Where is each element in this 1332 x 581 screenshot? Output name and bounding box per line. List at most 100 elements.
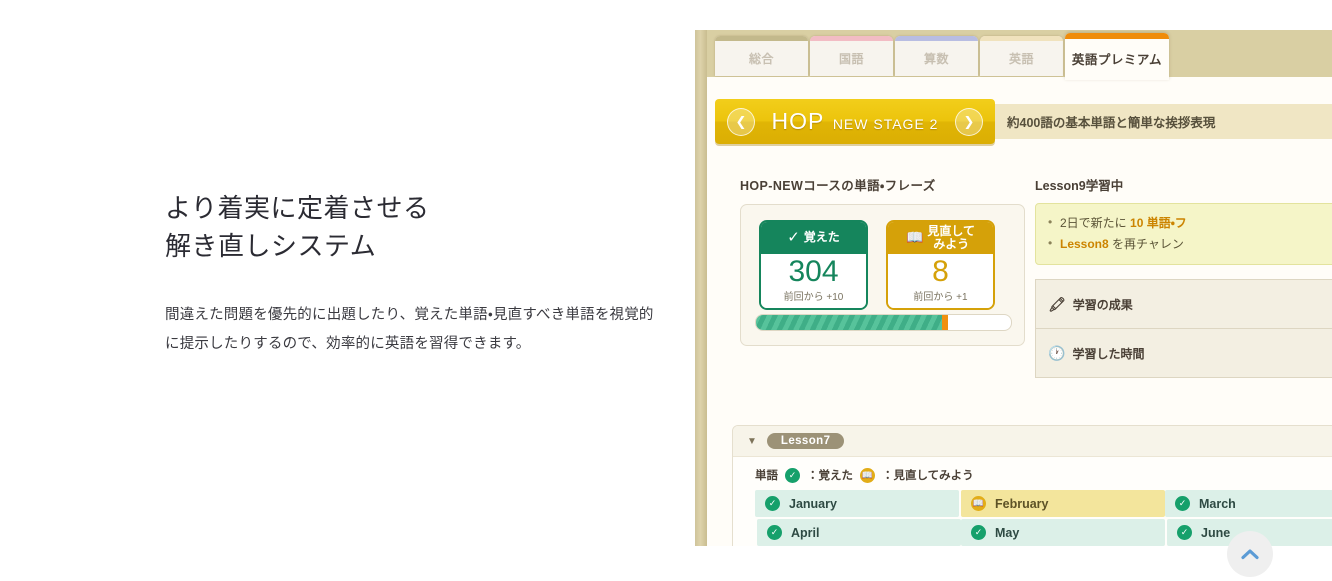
summary-area: HOP-NEWコースの単語・フレーズ ✓ 覚えた 304 前回から +10 📖 … — [707, 155, 1332, 395]
tab-sansuu[interactable]: 算数 — [895, 36, 978, 76]
notice-item: Lesson8 を再チャレン — [1048, 233, 1332, 255]
tab-label: 英語 — [1008, 51, 1034, 66]
table-row: 🖍学習の成果 ○ — [1035, 279, 1332, 329]
window-left-edge — [695, 30, 707, 546]
notice-item: 2日で新たに 10 単語・フ — [1048, 212, 1332, 234]
word-label: February — [995, 496, 1049, 511]
clock-icon: 🕐 — [1048, 344, 1066, 361]
vocab-progress-bar — [755, 314, 1012, 331]
table-row: 🕐学習した時間 △ — [1035, 328, 1332, 378]
review-card[interactable]: 📖 見直して みよう 8 前回から +1 — [886, 220, 995, 310]
tab-label: 算数 — [923, 51, 949, 66]
tab-eigo-premium[interactable]: 英語プレミアム — [1065, 33, 1169, 80]
tab-stripe — [715, 36, 808, 41]
list-item[interactable]: ✓ March — [1165, 490, 1332, 517]
word-legend: 単語 ✓ ：覚えた 📖 ：見直してみよう — [733, 457, 1332, 490]
review-label: 見直して みよう — [927, 223, 976, 251]
course-name: HOP — [771, 108, 825, 134]
vocab-section-title: HOP-NEWコースの単語・フレーズ — [740, 179, 936, 193]
review-count: 8 — [932, 255, 949, 288]
caret-down-icon[interactable]: ▼ — [747, 436, 757, 447]
check-icon: ✓ — [767, 525, 782, 540]
legend-review-text: ：見直してみよう — [882, 470, 974, 482]
course-stage: NEW STAGE 2 — [832, 116, 939, 132]
book-icon: 📖 — [905, 229, 924, 246]
app-window: 総合 国語 算数 英語 英語プレミアム 約400語の基本単語と簡単な挨拶表現 ❮… — [695, 30, 1332, 546]
memorized-delta: 前回から +10 — [783, 291, 844, 303]
app-screenshot: 総合 国語 算数 英語 英語プレミアム 約400語の基本単語と簡単な挨拶表現 ❮… — [695, 30, 1332, 546]
progress-marker — [942, 315, 949, 330]
lesson-word-block: ▼ Lesson7 覚えた 単語 ✓ ：覚えた 📖 ：見直してみよう ✓ Janu… — [732, 425, 1332, 546]
legend-title: 単語 — [755, 470, 778, 482]
tab-label: 国語 — [838, 51, 864, 66]
word-label: April — [791, 525, 820, 540]
notice-highlight: Lesson8 — [1060, 237, 1109, 251]
word-label: June — [1201, 525, 1231, 540]
course-banner-title: HOP NEW STAGE 2 — [755, 108, 955, 135]
pencil-icon: 🖍 — [1048, 295, 1066, 312]
check-icon: ✓ — [765, 496, 780, 511]
tab-stripe — [1065, 33, 1169, 39]
course-description: 約400語の基本単語と簡単な挨拶表現 — [977, 104, 1332, 139]
word-label: March — [1199, 496, 1236, 511]
tab-stripe — [895, 36, 978, 41]
app-content: 約400語の基本単語と簡単な挨拶表現 ❮ HOP NEW STAGE 2 ❯ H… — [707, 77, 1332, 546]
review-label-line-1: 見直して — [927, 223, 976, 238]
chevron-up-icon — [1241, 549, 1259, 560]
memorized-count: 304 — [788, 255, 839, 288]
scroll-to-top-button[interactable] — [1227, 531, 1273, 577]
progress-fill — [756, 315, 943, 330]
list-item[interactable]: ✓ April — [757, 519, 961, 546]
course-banner-row: 約400語の基本単語と簡単な挨拶表現 ❮ HOP NEW STAGE 2 ❯ — [707, 99, 1332, 146]
memorized-card[interactable]: ✓ 覚えた 304 前回から +10 — [759, 220, 868, 310]
chevron-right-icon[interactable]: ❯ — [955, 107, 983, 136]
tab-kokugo[interactable]: 国語 — [810, 36, 893, 76]
memorized-card-header: ✓ 覚えた — [761, 222, 866, 254]
book-icon: 📖 — [860, 467, 875, 483]
course-banner: ❮ HOP NEW STAGE 2 ❯ — [715, 99, 995, 144]
review-card-header: 📖 見直して みよう — [888, 222, 993, 254]
result-row-label: 🕐 学習した時間 — [1035, 328, 1332, 378]
result-label-text: 学習した時間 — [1072, 346, 1145, 361]
notice-text: を再チャレン — [1108, 237, 1184, 251]
lesson-pill-label: Lesson7 — [766, 433, 845, 449]
vocab-summary-column: HOP-NEWコースの単語・フレーズ ✓ 覚えた 304 前回から +10 📖 … — [740, 175, 1035, 346]
word-label: May — [995, 525, 1020, 540]
lesson-header[interactable]: ▼ Lesson7 覚えた — [733, 426, 1332, 457]
check-icon: ✓ — [1177, 525, 1192, 540]
list-item[interactable]: ✓ May — [961, 519, 1165, 546]
memorized-card-body: 304 前回から +10 — [761, 254, 866, 308]
check-icon: ✓ — [785, 467, 800, 483]
review-card-body: 8 前回から +1 — [888, 254, 993, 308]
lesson-notice-box: 2日で新たに 10 単語・フ Lesson8 を再チャレン — [1035, 203, 1332, 265]
current-lesson-heading: Lesson9学習中 — [1035, 179, 1124, 193]
page-title-line-1: より着実に定着させる — [165, 193, 430, 223]
lesson-status-column: Lesson9学習中 2日で新たに 10 単語・フ Lesson8 を再チャレン — [1035, 175, 1332, 378]
book-icon: 📖 — [971, 496, 986, 511]
result-label-text: 学習の成果 — [1072, 297, 1133, 312]
chevron-left-icon[interactable]: ❮ — [727, 107, 755, 136]
check-icon: ✓ — [971, 525, 986, 540]
tab-label: 総合 — [748, 51, 774, 66]
legend-ok-text: ：覚えた — [807, 470, 853, 482]
study-result-table: 🖍学習の成果 ○ 🕐学習した時間 △ — [1035, 279, 1332, 378]
tab-label: 英語プレミアム — [1071, 53, 1163, 67]
tab-sougou[interactable]: 総合 — [715, 36, 808, 76]
subject-tab-bar: 総合 国語 算数 英語 英語プレミアム — [707, 33, 1332, 80]
review-label-line-2: みよう — [933, 237, 970, 251]
word-label: January — [789, 496, 837, 511]
notice-text: 2日で新たに — [1060, 216, 1131, 230]
list-item[interactable]: ✓ January — [755, 490, 959, 517]
page-title-line-2: 解き直しシステム — [165, 230, 377, 261]
check-icon: ✓ — [787, 228, 800, 246]
list-item[interactable]: 📖 February — [961, 490, 1165, 517]
result-row-label: 🖍 学習の成果 — [1035, 279, 1332, 329]
memorized-label: 覚えた — [803, 230, 840, 245]
tab-eigo[interactable]: 英語 — [980, 36, 1063, 76]
review-delta: 前回から +1 — [913, 291, 968, 303]
check-icon: ✓ — [1175, 496, 1190, 511]
vocab-stats-box: ✓ 覚えた 304 前回から +10 📖 見直して みよう 8 前回から +1 — [740, 204, 1025, 346]
tab-stripe — [980, 36, 1063, 41]
notice-highlight: 10 単語・フ — [1130, 216, 1187, 230]
intro-section: より着実に定着させる 解き直しシステム 間違えた問題を優先的に出題したり、覚えた… — [165, 190, 665, 358]
